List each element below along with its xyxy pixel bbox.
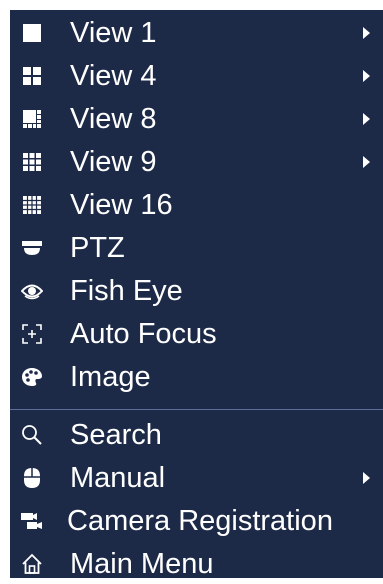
menu-item-manual[interactable]: Manual (10, 458, 383, 498)
home-icon (20, 552, 44, 576)
palette-icon (20, 365, 44, 389)
menu-item-label: PTZ (70, 232, 125, 264)
single-view-icon (20, 21, 44, 45)
menu-item-fish-eye[interactable]: Fish Eye (10, 271, 383, 311)
menu-item-label: Manual (70, 462, 166, 494)
menu-item-image[interactable]: Image (10, 357, 383, 397)
auto-focus-icon (20, 322, 44, 346)
submenu-arrow-icon (363, 70, 370, 82)
submenu-arrow-icon (363, 156, 370, 168)
menu-item-label: View 16 (70, 189, 173, 221)
submenu-arrow-icon (363, 27, 370, 39)
submenu-arrow-icon (363, 472, 370, 484)
menu-item-view-4[interactable]: View 4 (10, 56, 383, 96)
camera-registration-icon (20, 509, 44, 533)
ptz-camera-icon (20, 236, 44, 260)
menu-item-label: View 4 (70, 60, 157, 92)
menu-item-label: Main Menu (70, 548, 214, 580)
mouse-icon (20, 466, 44, 490)
menu-item-main-menu[interactable]: Main Menu (10, 544, 383, 584)
menu-item-label: Search (70, 419, 162, 451)
menu-item-view-9[interactable]: View 9 (10, 142, 383, 182)
context-menu: View 1 View 4 View 8 View 9 View 16 PTZ … (10, 10, 383, 580)
menu-item-label: View 9 (70, 146, 157, 178)
menu-item-label: Auto Focus (70, 318, 217, 350)
menu-item-label: View 1 (70, 17, 157, 49)
menu-item-auto-focus[interactable]: Auto Focus (10, 314, 383, 354)
quad-view-icon (20, 64, 44, 88)
fish-eye-icon (20, 279, 44, 303)
menu-item-search[interactable]: Search (10, 415, 383, 455)
sixteen-view-icon (20, 193, 44, 217)
menu-item-label: Image (70, 361, 151, 393)
search-icon (20, 423, 44, 447)
menu-item-view-1[interactable]: View 1 (10, 13, 383, 53)
menu-item-label: Camera Registration (67, 505, 333, 537)
menu-item-camera-registration[interactable]: Camera Registration (10, 501, 383, 541)
eight-view-icon (20, 107, 44, 131)
menu-item-view-16[interactable]: View 16 (10, 185, 383, 225)
menu-divider (10, 409, 383, 410)
nine-view-icon (20, 150, 44, 174)
menu-item-ptz[interactable]: PTZ (10, 228, 383, 268)
menu-item-label: View 8 (70, 103, 157, 135)
menu-item-label: Fish Eye (70, 275, 183, 307)
menu-item-view-8[interactable]: View 8 (10, 99, 383, 139)
submenu-arrow-icon (363, 113, 370, 125)
